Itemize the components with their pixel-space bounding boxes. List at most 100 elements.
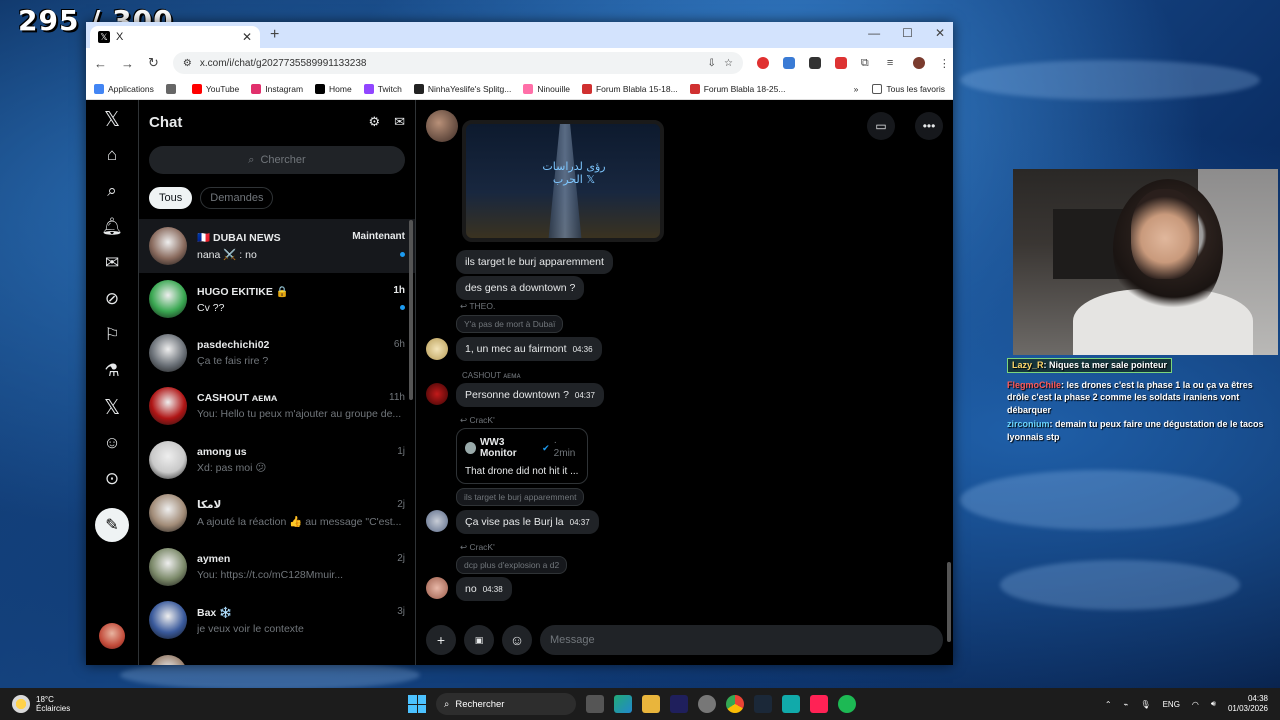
- member-avatar[interactable]: [426, 510, 448, 532]
- bookmarks-more[interactable]: »: [854, 84, 859, 94]
- maximize-icon[interactable]: ☐: [902, 26, 913, 40]
- mail-icon[interactable]: ✉: [101, 252, 123, 274]
- list-scrollbar[interactable]: [409, 220, 413, 400]
- message-input[interactable]: Message: [540, 625, 943, 655]
- windows-start-icon[interactable]: [408, 695, 426, 713]
- conversation-item[interactable]: aymen 2j You: https://t.co/mC128Mmuir...: [139, 540, 415, 594]
- bookmark-item[interactable]: Forum Blabla 18-25...: [689, 83, 785, 94]
- profile-avatar[interactable]: [912, 57, 925, 69]
- bookmark-item[interactable]: Twitch: [363, 83, 402, 94]
- minimize-icon[interactable]: —: [868, 26, 880, 40]
- chat-scrollbar[interactable]: [947, 562, 951, 642]
- chrome-icon[interactable]: [726, 695, 744, 713]
- filter-all[interactable]: Tous: [149, 187, 193, 209]
- bookmark-item[interactable]: NinhaYeslife's Splitg...: [413, 83, 511, 94]
- settings-icon[interactable]: ⚙: [368, 114, 380, 130]
- message-bubble[interactable]: 1, un mec au fairmont 04:36: [456, 337, 602, 361]
- group-avatar[interactable]: [426, 110, 458, 142]
- quoted-message[interactable]: ils target le burj apparemment: [456, 488, 585, 506]
- network-icon[interactable]: ⌁: [1124, 700, 1129, 709]
- more-icon[interactable]: ⊙: [101, 468, 123, 490]
- conversation-item[interactable]: among us 1j Xd: pas moi 😕: [139, 433, 415, 487]
- search-input[interactable]: ⌕ Chercher: [149, 146, 405, 174]
- opera-extension-icon[interactable]: [756, 57, 769, 69]
- quoted-message[interactable]: Y'a pas de mort à Dubaï: [456, 315, 564, 333]
- close-window-icon[interactable]: ✕: [935, 26, 945, 40]
- bookmark-item[interactable]: Instagram: [251, 83, 303, 94]
- app-icon[interactable]: [782, 695, 800, 713]
- bell-icon[interactable]: 🔔︎: [101, 216, 123, 238]
- quoted-post-card[interactable]: WW3 Monitor ✔ · 2min That drone did not hi…: [456, 428, 588, 484]
- bookmark-item[interactable]: YouTube: [191, 83, 239, 94]
- grok-icon[interactable]: ⊘: [101, 288, 123, 310]
- filter-requests[interactable]: Demandes: [200, 187, 274, 209]
- conversation-item[interactable]: لامكا 2j A ajouté la réaction 👍 au message…: [139, 487, 415, 541]
- member-avatar[interactable]: [426, 577, 448, 599]
- site-info-icon[interactable]: ⚙: [183, 58, 192, 69]
- conversation-item[interactable]: 🇫🇷 DUBAI NEWS Maintenant nana ⚔️ : no: [139, 219, 415, 273]
- extension-icon[interactable]: [834, 57, 847, 69]
- menu-icon[interactable]: ⋮: [939, 57, 951, 70]
- conversation-item[interactable]: Bax ❄️ 3j je veux voir le contexte: [139, 594, 415, 648]
- emoji-icon[interactable]: ☺: [502, 625, 532, 655]
- all-bookmarks[interactable]: Tous les favoris: [872, 83, 945, 94]
- clock[interactable]: 04:38 01/03/2026: [1228, 694, 1268, 715]
- address-bar[interactable]: ⚙ x.com/i/chat/g2027735589991133238 ⇩ ☆: [172, 52, 743, 74]
- media-icon[interactable]: ≡: [887, 57, 899, 69]
- message-bubble[interactable]: no 04:38: [456, 577, 512, 601]
- back-icon[interactable]: ←: [94, 56, 107, 71]
- new-message-icon[interactable]: ✉: [394, 114, 405, 130]
- task-view-icon[interactable]: [586, 695, 604, 713]
- chevron-up-icon[interactable]: ⌃: [1105, 700, 1112, 709]
- more-options-icon[interactable]: •••: [915, 112, 943, 140]
- x-logo-icon[interactable]: 𝕏: [101, 108, 123, 131]
- bookmark-item[interactable]: Applications: [94, 83, 154, 94]
- taskbar-search[interactable]: ⌕ Rechercher: [436, 693, 576, 715]
- wifi-icon[interactable]: ◠: [1192, 700, 1199, 709]
- bookmark-item[interactable]: Forum Blabla 15-18...: [581, 83, 678, 94]
- reload-icon[interactable]: ↻: [148, 55, 159, 71]
- brave-icon[interactable]: [810, 695, 828, 713]
- profile-icon[interactable]: ☺: [101, 432, 123, 454]
- premiere-pro-icon[interactable]: [670, 695, 688, 713]
- app-icon[interactable]: [614, 695, 632, 713]
- account-avatar[interactable]: [99, 623, 125, 649]
- gif-icon[interactable]: ▣: [464, 625, 494, 655]
- conversation-item[interactable]: pasdechichi02 6h Ça te fais rire ?: [139, 326, 415, 380]
- volume-icon[interactable]: 🔊︎: [1211, 699, 1216, 709]
- steam-icon[interactable]: [754, 695, 772, 713]
- image-message[interactable]: رؤى لدراسات الحرب 𝕏: [462, 120, 664, 242]
- quoted-message[interactable]: dcp plus d'explosion a d2: [456, 556, 568, 574]
- spotify-icon[interactable]: [838, 695, 856, 713]
- language-indicator[interactable]: ENG: [1163, 700, 1180, 709]
- message-bubble[interactable]: des gens a downtown ?: [456, 276, 585, 300]
- close-tab-icon[interactable]: ✕: [242, 30, 252, 44]
- puzzle-icon[interactable]: ⧉: [861, 57, 873, 69]
- new-tab-button[interactable]: +: [270, 26, 279, 44]
- x-premium-icon[interactable]: 𝕏: [101, 396, 123, 419]
- message-bubble[interactable]: Ça vise pas le Burj la 04:37: [456, 510, 599, 534]
- mic-icon[interactable]: 🎙︎: [1140, 700, 1150, 709]
- conversation-item[interactable]: CASHOUT ᴀᴇᴍᴀ 11h You: Hello tu peux m'ajou…: [139, 380, 415, 434]
- conversation-item[interactable]: HUGO EKITIKE 🔒 1h Cv ??: [139, 273, 415, 327]
- flask-icon[interactable]: ⚗: [101, 360, 123, 382]
- home-icon[interactable]: ⌂: [101, 144, 123, 166]
- forward-icon[interactable]: →: [121, 56, 134, 71]
- member-avatar[interactable]: [426, 338, 448, 360]
- search-icon[interactable]: ⌕: [101, 180, 123, 202]
- file-explorer-icon[interactable]: [642, 695, 660, 713]
- conversation-item[interactable]: Al Rayaan3j: [139, 647, 415, 665]
- video-call-icon[interactable]: ▭: [867, 112, 895, 140]
- weather-widget[interactable]: 18°C Éclaircies: [0, 695, 300, 713]
- message-bubble[interactable]: ils target le burj apparemment: [456, 250, 613, 274]
- compose-post-icon[interactable]: ✎: [95, 508, 129, 542]
- add-attachment-icon[interactable]: +: [426, 625, 456, 655]
- bookmark-item[interactable]: [165, 83, 180, 94]
- bookmark-star-icon[interactable]: ☆: [724, 58, 733, 69]
- bookmark-item[interactable]: Home: [315, 83, 352, 94]
- bookmark-icon[interactable]: ⚐: [101, 324, 123, 346]
- app-icon[interactable]: [698, 695, 716, 713]
- member-avatar[interactable]: [426, 383, 448, 405]
- bookmark-item[interactable]: Ninouille: [523, 83, 570, 94]
- install-icon[interactable]: ⇩: [708, 58, 716, 69]
